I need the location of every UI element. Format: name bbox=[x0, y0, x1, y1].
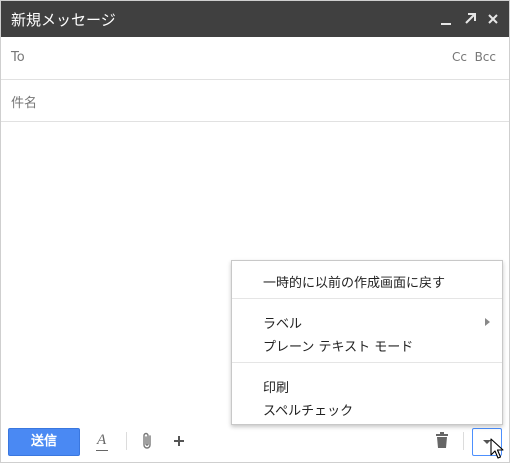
pop-out-icon[interactable] bbox=[459, 1, 481, 37]
menu-item-label: スペルチェック bbox=[263, 404, 354, 419]
mouse-pointer-icon bbox=[490, 438, 504, 463]
plus-icon[interactable] bbox=[172, 433, 186, 452]
menu-item-label-submenu[interactable]: ラベル bbox=[232, 310, 502, 332]
menu-item-label: 印刷 bbox=[263, 381, 290, 396]
more-options-menu: 一時的に以前の作成画面に戻す ラベル プレーン テキスト モード 印刷 スペルチ… bbox=[231, 260, 503, 425]
format-text-icon[interactable]: A bbox=[95, 430, 111, 452]
menu-divider bbox=[232, 298, 502, 299]
send-button[interactable]: 送信 bbox=[8, 428, 80, 456]
submenu-arrow-icon bbox=[485, 318, 490, 326]
toolbar-divider bbox=[463, 432, 464, 450]
trash-icon[interactable] bbox=[435, 432, 449, 452]
menu-item-label: ラベル bbox=[263, 317, 303, 332]
to-label: To bbox=[11, 50, 25, 65]
compose-titlebar[interactable]: 新規メッセージ bbox=[1, 1, 509, 37]
menu-item-revert-compose[interactable]: 一時的に以前の作成画面に戻す bbox=[232, 269, 502, 291]
minimize-icon[interactable] bbox=[435, 1, 457, 37]
cc-link[interactable]: Cc bbox=[452, 50, 467, 64]
paperclip-icon[interactable] bbox=[142, 432, 154, 454]
menu-item-label: プレーン テキスト モード bbox=[263, 340, 414, 355]
menu-divider bbox=[232, 362, 502, 363]
bcc-link[interactable]: Bcc bbox=[475, 50, 496, 64]
compose-window: 新規メッセージ To Cc Bcc 件名 送信 A 一時的に以前の作成画面に戻す… bbox=[0, 0, 510, 463]
compose-title: 新規メッセージ bbox=[11, 11, 116, 29]
menu-item-plain-text[interactable]: プレーン テキスト モード bbox=[232, 333, 502, 355]
recipients-field[interactable]: To Cc Bcc bbox=[1, 37, 509, 80]
toolbar-divider bbox=[126, 432, 127, 450]
subject-field[interactable]: 件名 bbox=[1, 80, 509, 122]
subject-placeholder: 件名 bbox=[11, 96, 38, 111]
compose-toolbar: 送信 A bbox=[1, 419, 509, 462]
menu-item-spellcheck[interactable]: スペルチェック bbox=[232, 397, 502, 419]
menu-item-label: 一時的に以前の作成画面に戻す bbox=[263, 276, 446, 291]
close-icon[interactable] bbox=[482, 1, 504, 37]
menu-item-print[interactable]: 印刷 bbox=[232, 374, 502, 396]
